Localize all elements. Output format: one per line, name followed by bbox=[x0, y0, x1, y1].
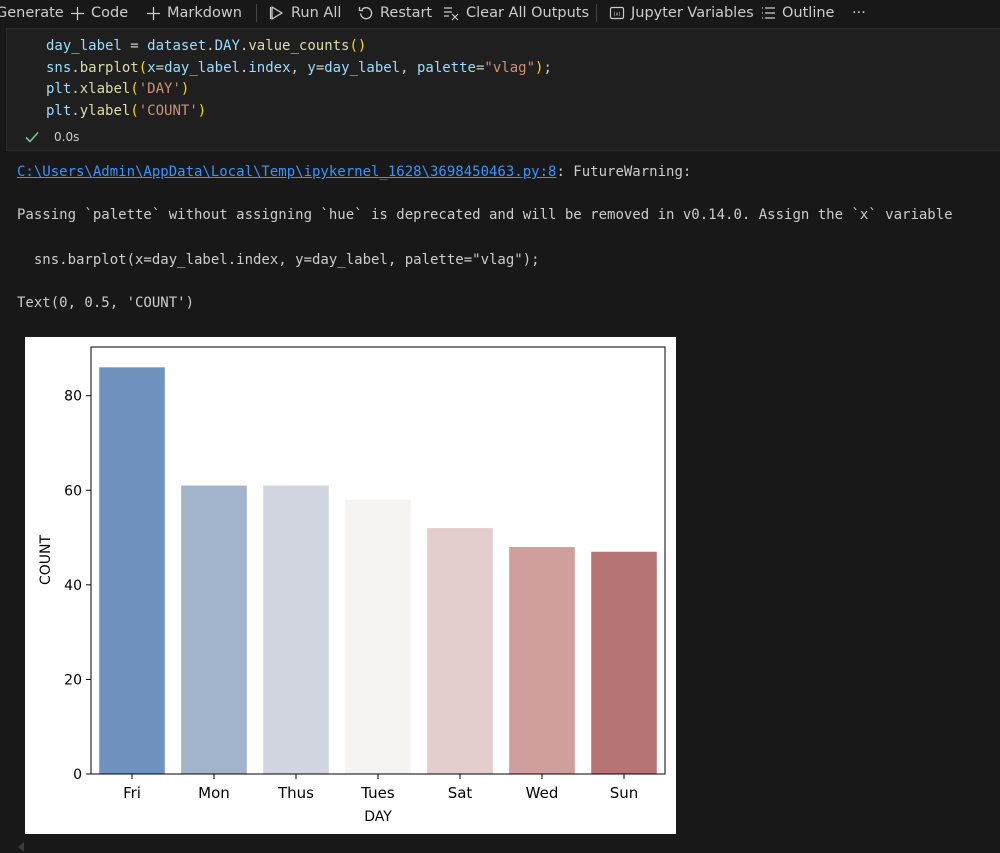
code-line-4: plt.ylabel('COUNT') bbox=[46, 102, 207, 119]
x-axis-label: DAY bbox=[364, 809, 392, 825]
play-icon bbox=[269, 6, 283, 20]
plus-icon bbox=[71, 6, 84, 20]
y-tick-label: 20 bbox=[64, 672, 82, 688]
add-markdown-button[interactable]: Markdown bbox=[146, 3, 242, 23]
bar-sat bbox=[427, 528, 493, 774]
bar-chart-output: 0 20 40 60 80 Fri Mon Thus Tues Sat Wed Sun DAY CO… bbox=[25, 337, 676, 834]
warning-header: C:\Users\Admin\AppData\Local\Temp\ipyker… bbox=[17, 164, 691, 180]
run-all-label: Run All bbox=[291, 5, 342, 21]
y-axis-label: COUNT bbox=[38, 535, 54, 586]
code-line-2: sns.barplot(x=day_label.index, y=day_lab… bbox=[46, 59, 552, 76]
generate-button[interactable]: Generate bbox=[0, 3, 64, 23]
bar-fri bbox=[99, 367, 165, 774]
jupyter-variables-button[interactable]: (x) Jupyter Variables bbox=[609, 3, 754, 23]
bar-sun bbox=[591, 551, 657, 774]
x-tick-label: Tues bbox=[360, 784, 395, 802]
outline-label: Outline bbox=[782, 5, 835, 21]
toolbar-divider bbox=[596, 4, 597, 22]
y-tick-label: 40 bbox=[64, 578, 82, 594]
y-tick-label: 0 bbox=[73, 767, 82, 783]
svg-text:(x): (x) bbox=[614, 12, 621, 18]
warning-code: sns.barplot(x=day_label.index, y=day_lab… bbox=[17, 252, 540, 268]
check-icon bbox=[25, 131, 39, 143]
x-tick-label: Fri bbox=[123, 784, 141, 802]
x-tick-label: Sun bbox=[610, 784, 639, 802]
warning-suffix: : FutureWarning: bbox=[556, 164, 692, 180]
clear-outputs-icon bbox=[444, 7, 459, 21]
warning-message: Passing `palette` without assigning `hue… bbox=[17, 207, 953, 223]
execution-time: 0.0s bbox=[54, 130, 80, 144]
variables-icon: (x) bbox=[609, 6, 625, 20]
restart-label: Restart bbox=[380, 5, 433, 21]
x-tick-label: Sat bbox=[448, 784, 473, 802]
restart-icon bbox=[358, 7, 373, 20]
toolbar-divider bbox=[256, 4, 257, 22]
y-tick-label: 80 bbox=[64, 389, 82, 405]
markdown-label: Markdown bbox=[167, 5, 242, 21]
outline-icon bbox=[762, 7, 775, 19]
more-icon: ··· bbox=[852, 5, 866, 21]
code-line-3: plt.xlabel('DAY') bbox=[46, 81, 190, 97]
warning-file-link[interactable]: C:\Users\Admin\AppData\Local\Temp\ipyker… bbox=[17, 164, 556, 180]
clear-outputs-label: Clear All Outputs bbox=[466, 5, 590, 21]
code-line-1: day_label = dataset.DAY.value_counts() bbox=[46, 38, 367, 54]
generate-label: Generate bbox=[0, 5, 64, 21]
add-code-button[interactable]: Code bbox=[70, 3, 128, 23]
code-label: Code bbox=[91, 5, 129, 21]
outline-button[interactable]: Outline bbox=[760, 3, 834, 23]
y-tick-label: 60 bbox=[64, 483, 82, 499]
bar-tues bbox=[345, 499, 411, 774]
x-tick-label: Mon bbox=[198, 784, 230, 802]
plus-icon bbox=[147, 6, 160, 20]
result-text: Text(0, 0.5, 'COUNT') bbox=[17, 295, 195, 311]
run-all-button[interactable]: Run All bbox=[269, 3, 341, 23]
notebook-toolbar: Generate Code Markdown Run All Restart C… bbox=[0, 0, 1000, 26]
clear-all-outputs-button[interactable]: Clear All Outputs bbox=[442, 3, 589, 23]
bar-thus bbox=[263, 485, 329, 774]
x-tick-label: Thus bbox=[277, 784, 314, 802]
bar-chart: 0 20 40 60 80 Fri Mon Thus Tues Sat Wed Sun DAY CO… bbox=[38, 346, 666, 825]
bar-wed bbox=[509, 547, 575, 774]
variables-label: Jupyter Variables bbox=[631, 5, 754, 21]
code-editor[interactable]: day_label = dataset.DAY.value_counts() s… bbox=[46, 36, 552, 122]
more-actions-button[interactable]: ··· bbox=[852, 3, 866, 23]
scroll-left-arrow[interactable] bbox=[18, 842, 24, 852]
bar-mon bbox=[181, 485, 247, 774]
cell-status: 0.0s bbox=[24, 130, 79, 144]
x-tick-label: Wed bbox=[526, 784, 559, 802]
restart-button[interactable]: Restart bbox=[358, 3, 432, 23]
